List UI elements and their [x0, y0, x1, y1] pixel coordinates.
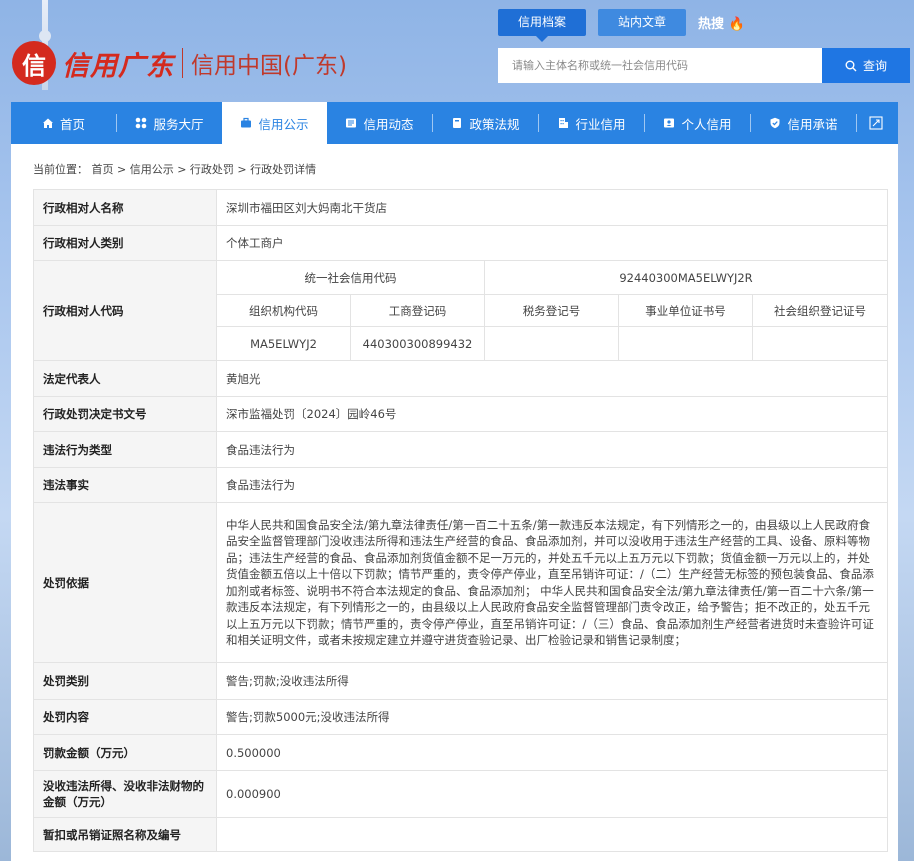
search-type-tabs: 信用档案 站内文章 热搜 🔥 [498, 9, 745, 42]
penalty-basis: 中华人民共和国食品安全法/第九章法律责任/第一百二十五条/第一款违反本法规定，有… [216, 502, 888, 663]
nav-credit-commitment[interactable]: 信用承诺 [751, 102, 856, 144]
grid-icon [136, 117, 147, 129]
table-row: 行政相对人代码 统一社会信用代码 92440300MA5ELWYJ2R [33, 260, 888, 361]
org-code-value: MA5ELWYJ2 [216, 326, 351, 361]
nav-label-credit-publicity: 信用公示 [258, 116, 309, 132]
nav-credit-news[interactable]: 信用动态 [327, 102, 432, 144]
building-icon [559, 118, 569, 128]
tax-reg-label: 税务登记号 [484, 294, 619, 327]
nav-personal-credit[interactable]: 个人信用 [645, 102, 750, 144]
hot-search-label: 热搜 [698, 17, 725, 32]
nav-label-policy: 政策法规 [469, 116, 520, 132]
tab-credit-archive[interactable]: 信用档案 [498, 9, 587, 42]
table-row: 暂扣或吊销证照名称及编号 [33, 817, 888, 852]
decision-document-no: 深市监福处罚〔2024〕园岭46号 [216, 396, 888, 432]
social-org-cert-label: 社会组织登记证号 [752, 294, 888, 327]
table-row: 罚款金额（万元） 0.500000 [33, 734, 888, 771]
confiscation-amount: 0.000900 [216, 770, 888, 818]
nav-label-credit-commitment: 信用承诺 [787, 116, 838, 132]
field-label: 法定代表人 [33, 360, 217, 397]
table-row: 没收违法所得、没收非法财物的金额（万元） 0.000900 [33, 770, 888, 818]
field-label: 罚款金额（万元） [33, 734, 217, 771]
site-logo[interactable]: 信 信用广东 信用中国(广东) [12, 38, 347, 88]
main-nav: 首页 服务大厅 信用公示 信用动态 政策法规 行业信用 个人信用 信用承诺 [11, 102, 898, 144]
briefcase-icon [241, 117, 252, 128]
table-row: 处罚依据 中华人民共和国食品安全法/第九章法律责任/第一百二十五条/第一款违反本… [33, 502, 888, 663]
nav-label-personal-credit: 个人信用 [681, 116, 732, 132]
nav-home[interactable]: 首页 [11, 102, 116, 144]
field-label: 行政处罚决定书文号 [33, 396, 217, 432]
shield-check-icon [770, 117, 780, 129]
penalty-content: 警告;罚款5000元;没收违法所得 [216, 699, 888, 735]
table-row: 行政相对人类别 个体工商户 [33, 225, 888, 261]
search-button[interactable]: 查询 [822, 48, 910, 83]
search-bar: 查询 [498, 48, 910, 83]
book-icon [453, 118, 462, 128]
table-row: 行政处罚决定书文号 深市监福处罚〔2024〕园岭46号 [33, 396, 888, 432]
fullscreen-button[interactable] [857, 102, 895, 144]
institution-cert-label: 事业单位证书号 [618, 294, 753, 327]
breadcrumb: 当前位置： 首页 > 信用公示 > 行政处罚 > 行政处罚详情 [33, 163, 317, 176]
nav-industry-credit[interactable]: 行业信用 [539, 102, 644, 144]
home-icon [42, 118, 53, 128]
field-label: 处罚类别 [33, 662, 217, 700]
field-label: 处罚依据 [33, 502, 217, 663]
uscc-value: 92440300MA5ELWYJ2R [484, 260, 888, 295]
field-label: 行政相对人类别 [33, 225, 217, 261]
nav-label-service-hall: 服务大厅 [153, 116, 204, 132]
field-label: 行政相对人名称 [33, 189, 217, 226]
table-row: 法定代表人 黄旭光 [33, 360, 888, 397]
nav-label-home: 首页 [59, 116, 85, 132]
hot-search-link[interactable]: 热搜 🔥 [698, 13, 745, 32]
search-input[interactable] [498, 48, 822, 83]
search-icon [845, 60, 857, 71]
party-name: 深圳市福田区刘大妈南北干货店 [216, 189, 888, 226]
tab-site-articles[interactable]: 站内文章 [598, 9, 687, 36]
biz-reg-value: 440300300899432 [350, 326, 485, 361]
fine-amount: 0.500000 [216, 734, 888, 771]
field-label: 行政相对人代码 [33, 260, 217, 361]
nav-credit-publicity[interactable]: 信用公示 [222, 102, 327, 144]
header-banner: 信 信用广东 信用中国(广东) 信用档案 站内文章 热搜 🔥 查询 [0, 0, 914, 102]
fullscreen-icon [869, 116, 883, 130]
nav-policy[interactable]: 政策法规 [433, 102, 538, 144]
org-code-label: 组织机构代码 [216, 294, 351, 327]
logo-brush-text: 信用广东 [62, 50, 174, 82]
table-row: 处罚类别 警告;罚款;没收违法所得 [33, 662, 888, 700]
detail-panel: 当前位置： 首页 > 信用公示 > 行政处罚 > 行政处罚详情 行政相对人名称 … [11, 144, 898, 861]
penalty-category: 警告;罚款;没收违法所得 [216, 662, 888, 700]
institution-cert-value [618, 326, 753, 361]
table-row: 违法行为类型 食品违法行为 [33, 431, 888, 468]
field-label: 暂扣或吊销证照名称及编号 [33, 817, 217, 852]
search-button-label: 查询 [862, 59, 887, 73]
field-label: 处罚内容 [33, 699, 217, 735]
fire-icon: 🔥 [728, 17, 745, 32]
field-label: 没收违法所得、没收非法财物的金额（万元） [33, 770, 217, 818]
table-row: 行政相对人名称 深圳市福田区刘大妈南北干货店 [33, 189, 888, 226]
violation-type: 食品违法行为 [216, 431, 888, 468]
logo-divider [182, 48, 183, 78]
license-suspension [216, 817, 888, 852]
nav-label-industry-credit: 行业信用 [575, 116, 626, 132]
violation-facts: 食品违法行为 [216, 467, 888, 503]
penalty-detail-table: 行政相对人名称 深圳市福田区刘大妈南北干货店 行政相对人类别 个体工商户 行政相… [33, 189, 888, 852]
field-label: 违法行为类型 [33, 431, 217, 468]
logo-mark: 信 [12, 41, 56, 85]
legal-representative: 黄旭光 [216, 360, 888, 397]
table-row: 处罚内容 警告;罚款5000元;没收违法所得 [33, 699, 888, 735]
party-type: 个体工商户 [216, 225, 888, 261]
id-card-icon [664, 118, 675, 128]
tax-reg-value [484, 326, 619, 361]
uscc-label: 统一社会信用代码 [216, 260, 485, 295]
news-icon [346, 118, 357, 128]
field-label: 违法事实 [33, 467, 217, 503]
nav-label-credit-news: 信用动态 [363, 116, 414, 132]
logo-site-name: 信用中国(广东) [191, 53, 347, 79]
nav-service-hall[interactable]: 服务大厅 [117, 102, 222, 144]
biz-reg-label: 工商登记码 [350, 294, 485, 327]
table-row: 违法事实 食品违法行为 [33, 467, 888, 503]
social-org-cert-value [752, 326, 888, 361]
